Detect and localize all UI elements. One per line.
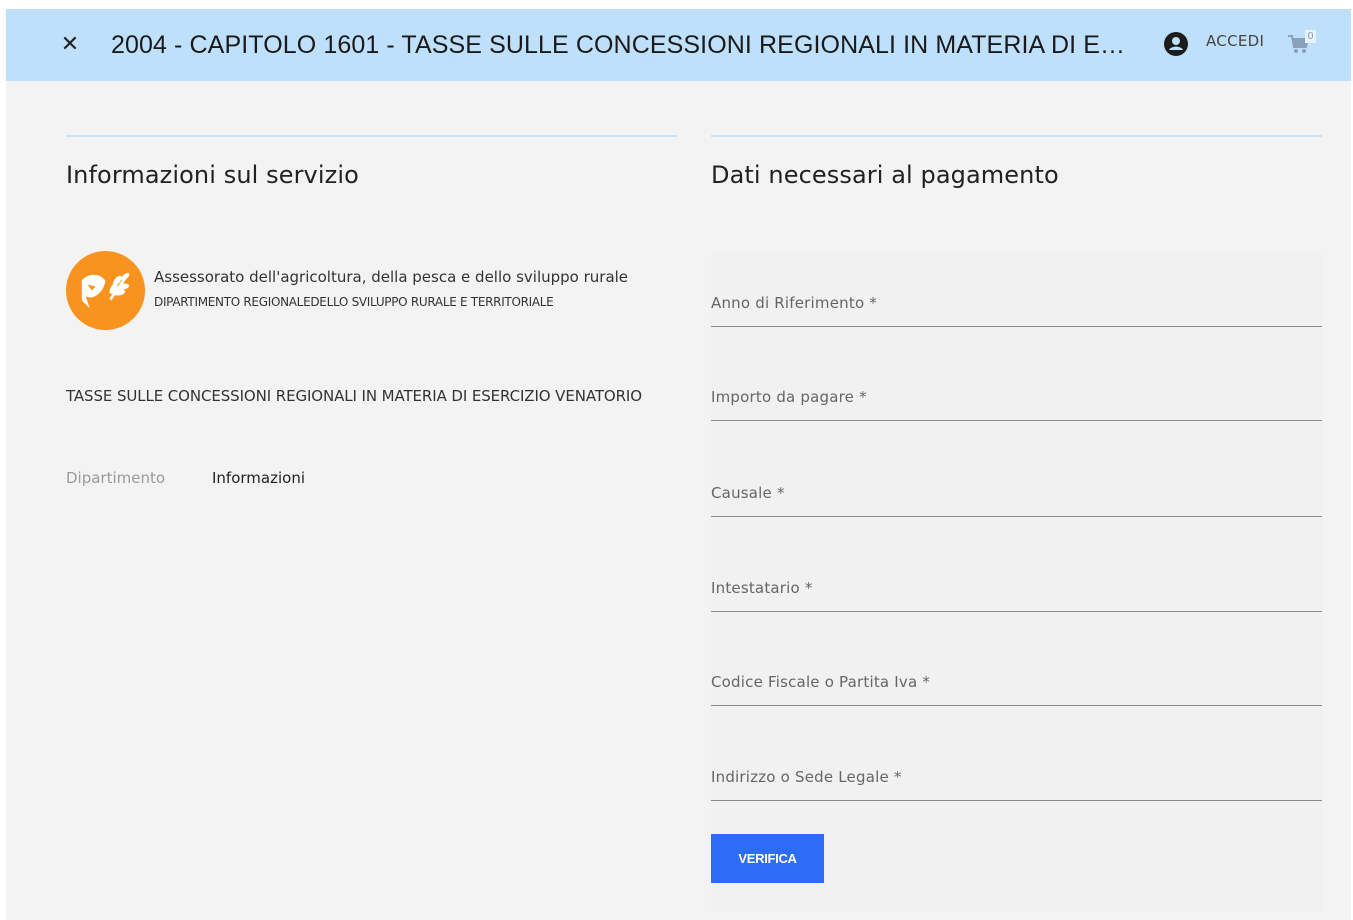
user-icon[interactable] [1163, 31, 1189, 57]
login-link[interactable]: ACCEDI [1206, 32, 1264, 50]
info-section-title: Informazioni sul servizio [66, 161, 359, 189]
field-label: Indirizzo o Sede Legale * [711, 768, 902, 786]
tab-dipartimento[interactable]: Dipartimento [66, 469, 165, 487]
field-label: Importo da pagare * [711, 388, 867, 406]
causale-field[interactable]: Causale * [711, 476, 1322, 517]
cart-count-badge: 0 [1305, 30, 1316, 43]
payment-section-title: Dati necessari al pagamento [711, 161, 1059, 189]
verify-button[interactable]: VERIFICA [711, 834, 824, 883]
codice-fiscale-field[interactable]: Codice Fiscale o Partita Iva * [711, 665, 1322, 706]
field-label: Causale * [711, 484, 785, 502]
department-name: DIPARTIMENTO REGIONALEDELLO SVILUPPO RUR… [154, 295, 554, 309]
anno-riferimento-field[interactable]: Anno di Riferimento * [711, 286, 1322, 327]
info-divider [66, 135, 677, 137]
organization-name: Assessorato dell'agricoltura, della pesc… [154, 268, 629, 286]
fish-wheat-icon [66, 251, 145, 330]
close-icon[interactable]: ✕ [58, 33, 82, 57]
field-label: Intestatario * [711, 579, 813, 597]
indirizzo-field[interactable]: Indirizzo o Sede Legale * [711, 760, 1322, 801]
field-label: Codice Fiscale o Partita Iva * [711, 673, 931, 691]
intestatario-field[interactable]: Intestatario * [711, 571, 1322, 612]
page-title: 2004 - CAPITOLO 1601 - TASSE SULLE CONCE… [111, 31, 1131, 59]
tab-informazioni[interactable]: Informazioni [212, 469, 305, 487]
importo-field[interactable]: Importo da pagare * [711, 380, 1322, 421]
service-name: TASSE SULLE CONCESSIONI REGIONALI IN MAT… [66, 387, 642, 405]
page-frame: ✕ 2004 - CAPITOLO 1601 - TASSE SULLE CON… [6, 9, 1351, 920]
field-label: Anno di Riferimento * [711, 294, 877, 312]
payment-divider [711, 135, 1322, 137]
header-bar: ✕ 2004 - CAPITOLO 1601 - TASSE SULLE CON… [6, 9, 1351, 81]
